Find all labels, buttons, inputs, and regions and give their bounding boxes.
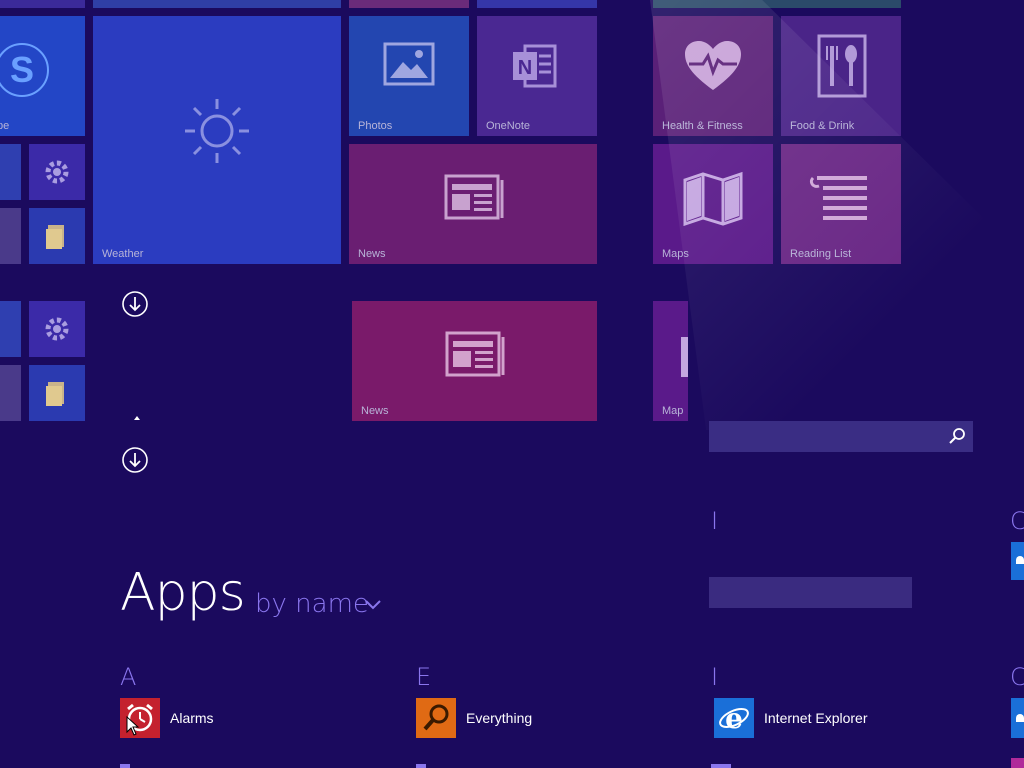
app-label: Internet Explorer [764, 710, 868, 726]
tile-top-2[interactable] [93, 0, 341, 8]
cursor-dot [134, 416, 140, 420]
tile-maps2-label: Map [662, 405, 684, 417]
map-icon [681, 337, 688, 377]
folder-icon [46, 225, 64, 249]
tile-small-1[interactable] [0, 144, 21, 200]
tile-maps-label: Maps [662, 248, 689, 260]
internet-explorer-icon: e [714, 698, 754, 738]
group-letter-i-top[interactable]: I [711, 507, 718, 535]
newspaper-icon [445, 331, 505, 377]
app-icon-partial[interactable] [1011, 542, 1024, 580]
folder-icon [46, 382, 64, 406]
sort-by-name[interactable]: by name [255, 589, 369, 619]
tile-news-label: News [358, 248, 386, 260]
gear-icon [45, 317, 69, 341]
tile-news2-label: News [361, 405, 389, 417]
search-input[interactable] [709, 421, 955, 452]
onenote-icon: N [513, 44, 557, 88]
next-row-peek [416, 764, 426, 768]
apps-title: Apps [120, 563, 246, 623]
tile-explorer-1[interactable] [29, 208, 85, 264]
search-icon[interactable] [942, 421, 973, 452]
newspaper-icon [444, 174, 504, 220]
tile-photos[interactable]: Photos [349, 16, 469, 136]
tile-health[interactable]: Health & Fitness [653, 16, 773, 136]
tile-skype-label: pe [0, 120, 10, 132]
app-icon-partial[interactable] [1011, 698, 1024, 738]
tile-explorer-2[interactable] [29, 365, 85, 421]
tile-photos-label: Photos [358, 120, 393, 132]
tile-small-2[interactable] [0, 208, 21, 264]
reading-list-icon [809, 176, 867, 220]
tile-health-label: Health & Fitness [662, 120, 743, 132]
photos-icon [383, 42, 435, 86]
tile-food-label: Food & Drink [790, 120, 855, 132]
tile-top-4[interactable] [477, 0, 597, 8]
tile-top-5[interactable] [653, 0, 901, 8]
tile-skype[interactable]: S pe [0, 16, 85, 136]
heart-icon [685, 41, 741, 90]
group-letter-c[interactable]: C [1010, 663, 1024, 691]
tile-onenote[interactable]: N OneNote [477, 16, 597, 136]
group-letter-a[interactable]: A [120, 663, 136, 691]
next-row-peek [120, 764, 130, 768]
tile-weather[interactable]: Weather [93, 16, 341, 264]
skype-icon: S [0, 43, 49, 97]
mouse-cursor [126, 716, 140, 736]
app-label: Alarms [170, 710, 214, 726]
next-row-peek [711, 764, 731, 768]
down-arrow-button[interactable] [122, 291, 148, 317]
fork-knife-icon [817, 34, 867, 98]
tile-top-3[interactable] [349, 0, 469, 8]
gear-icon [45, 160, 69, 184]
svg-text:S: S [10, 49, 34, 90]
next-row-peek [1011, 758, 1024, 768]
tile-reading-label: Reading List [790, 248, 852, 260]
sun-icon [185, 99, 249, 163]
map-icon [683, 171, 743, 226]
tile-onenote-label: OneNote [486, 120, 531, 132]
magnifier-icon [416, 698, 456, 738]
tile-news[interactable]: News [349, 144, 597, 264]
svg-text:N: N [518, 57, 532, 79]
tile-food[interactable]: Food & Drink [781, 16, 901, 136]
tile-weather-label: Weather [102, 248, 144, 260]
search-box[interactable] [709, 421, 973, 452]
tile-news-2[interactable]: News [352, 301, 597, 421]
tile-small-4[interactable] [0, 365, 21, 421]
placeholder-bar [709, 577, 912, 608]
tile-maps[interactable]: Maps [653, 144, 773, 264]
tile-top-1[interactable] [0, 0, 85, 8]
group-letter-c-top[interactable]: C [1010, 507, 1024, 535]
tile-reading[interactable]: Reading List [781, 144, 901, 264]
tile-settings-1[interactable] [29, 144, 85, 200]
tile-maps-2[interactable]: Map [653, 301, 688, 421]
app-everything[interactable]: Everything [416, 698, 532, 738]
app-label: Everything [466, 710, 533, 726]
down-arrow-button[interactable] [122, 447, 148, 473]
app-internet-explorer[interactable]: e Internet Explorer [714, 698, 868, 738]
tile-settings-2[interactable] [29, 301, 85, 357]
chevron-down-icon[interactable] [364, 598, 382, 612]
tile-small-3[interactable] [0, 301, 21, 357]
group-letter-e[interactable]: E [416, 663, 431, 691]
svg-text:e: e [725, 702, 743, 735]
group-letter-i[interactable]: I [711, 663, 718, 691]
